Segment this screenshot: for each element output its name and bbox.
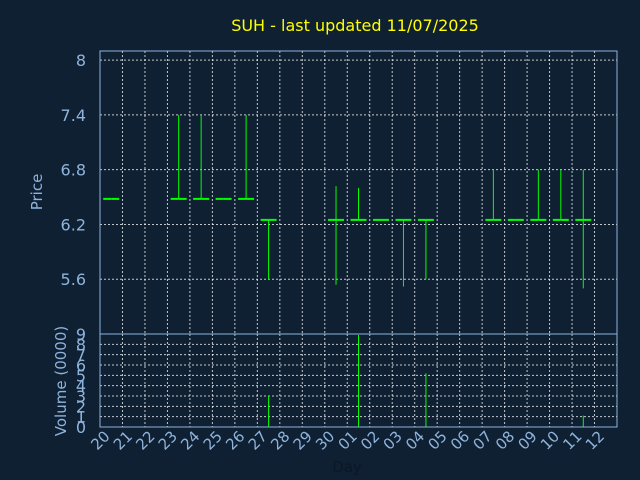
volume-axis-label: Volume (0000) [52, 326, 70, 436]
x-axis-label: Day [332, 458, 362, 476]
stock-chart: SUH - last updated 11/07/2025 8 7.4 6.8 6.2… [28, 16, 618, 476]
price-bar-11 [575, 169, 592, 289]
volume-bars [268, 335, 584, 427]
price-bar-10 [552, 169, 569, 221]
price-bar-30 [328, 186, 345, 285]
price-bar-04 [417, 218, 434, 280]
price-y-tick: 6.2 [61, 215, 86, 234]
price-y-tick: 8 [76, 51, 86, 70]
price-y-tick: 5.6 [61, 270, 86, 289]
price-y-tick-labels: 8 7.4 6.8 6.2 5.6 [61, 51, 86, 289]
price-bar-01 [350, 187, 367, 221]
price-bar-26 [238, 114, 255, 200]
volume-y-tick: 0 [76, 418, 86, 437]
price-panel: 8 7.4 6.8 6.2 5.6 Price [28, 50, 618, 335]
x-tick-label: 12 [582, 427, 608, 453]
price-bar-27 [260, 218, 277, 280]
price-bar-03 [395, 218, 412, 287]
chart-title: SUH - last updated 11/07/2025 [231, 16, 479, 35]
price-bar-23 [170, 114, 187, 200]
price-y-tick: 7.4 [61, 106, 86, 125]
price-y-tick: 6.8 [61, 161, 86, 180]
volume-y-tick-labels: 9876543210 [76, 325, 86, 437]
x-tick-labels: 2021222324252627282930010203040506070809… [87, 427, 608, 453]
price-axis-label: Price [28, 174, 46, 211]
price-bar-09 [530, 169, 547, 221]
volume-panel: 9876543210 Volume (0000) [52, 325, 618, 437]
price-bar-07 [485, 169, 502, 221]
price-bar-24 [193, 114, 210, 200]
